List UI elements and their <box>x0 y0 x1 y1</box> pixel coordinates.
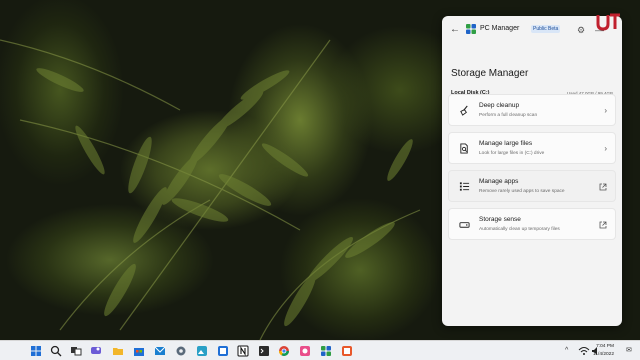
terminal-icon[interactable] <box>258 345 270 357</box>
mail-icon[interactable] <box>154 345 166 357</box>
start-icon[interactable] <box>30 345 42 357</box>
title-bar: ← PC Manager Public Beta ⚙ — <box>442 16 622 44</box>
photos-icon[interactable] <box>196 345 208 357</box>
deep-cleanup-card[interactable]: Deep cleanup Perform a full cleanup scan… <box>448 94 616 126</box>
item-description: Automatically clean up temporary files <box>479 227 560 232</box>
storage-sense-card[interactable]: Storage sense Automatically clean up tem… <box>448 208 616 240</box>
gear-icon[interactable]: ⚙ <box>577 25 587 35</box>
search-icon[interactable] <box>50 345 62 357</box>
taskbar: ^ 7:04 PM 11/4/2022 ✉ <box>0 340 640 360</box>
back-arrow-icon[interactable]: ← <box>450 25 462 35</box>
chevron-right-icon: › <box>604 144 607 153</box>
item-label: Manage large files <box>479 140 533 147</box>
broom-icon <box>460 105 468 116</box>
chevron-right-icon: › <box>604 106 607 115</box>
app-icon[interactable] <box>217 345 229 357</box>
clock-time: 7:04 PM <box>596 344 614 349</box>
pc-manager-window: ← PC Manager Public Beta ⚙ — Storage Man… <box>442 16 622 326</box>
pc-manager-logo-icon <box>466 24 476 34</box>
chrome-icon[interactable] <box>278 345 290 357</box>
snip-icon[interactable] <box>299 345 311 357</box>
notification-icon[interactable]: ✉ <box>626 347 634 355</box>
app-icon[interactable] <box>341 345 353 357</box>
clock-date: 11/4/2022 <box>593 352 614 357</box>
file-explorer-icon[interactable] <box>112 345 124 357</box>
watermark-logo <box>596 13 620 31</box>
chat-icon[interactable] <box>90 345 102 357</box>
manage-large-files-card[interactable]: Manage large files Look for large files … <box>448 132 616 164</box>
app-list-icon <box>459 182 470 191</box>
item-label: Manage apps <box>479 178 519 185</box>
item-description: Remove rarely used apps to save space <box>479 189 565 194</box>
item-label: Deep cleanup <box>479 102 520 109</box>
item-description: Look for large files in (C:) drive <box>479 151 545 156</box>
store-icon[interactable] <box>133 345 145 357</box>
item-label: Storage sense <box>479 216 521 223</box>
open-external-icon <box>599 183 607 191</box>
app-title: PC Manager <box>480 25 520 32</box>
public-beta-badge: Public Beta <box>531 25 561 33</box>
manage-apps-card[interactable]: Manage apps Remove rarely used apps to s… <box>448 170 616 202</box>
drive-icon <box>459 222 470 228</box>
settings-app-icon[interactable] <box>175 345 187 357</box>
tray-chevron-icon[interactable]: ^ <box>565 345 568 357</box>
pc-manager-icon[interactable] <box>320 345 332 357</box>
file-search-icon <box>460 143 468 154</box>
page-title: Storage Manager <box>451 68 529 79</box>
notion-icon[interactable] <box>237 345 249 357</box>
task-view-icon[interactable] <box>70 345 82 357</box>
open-external-icon <box>599 221 607 229</box>
system-clock[interactable]: 7:04 PM 11/4/2022 <box>584 343 614 359</box>
item-description: Perform a full cleanup scan <box>479 113 538 118</box>
